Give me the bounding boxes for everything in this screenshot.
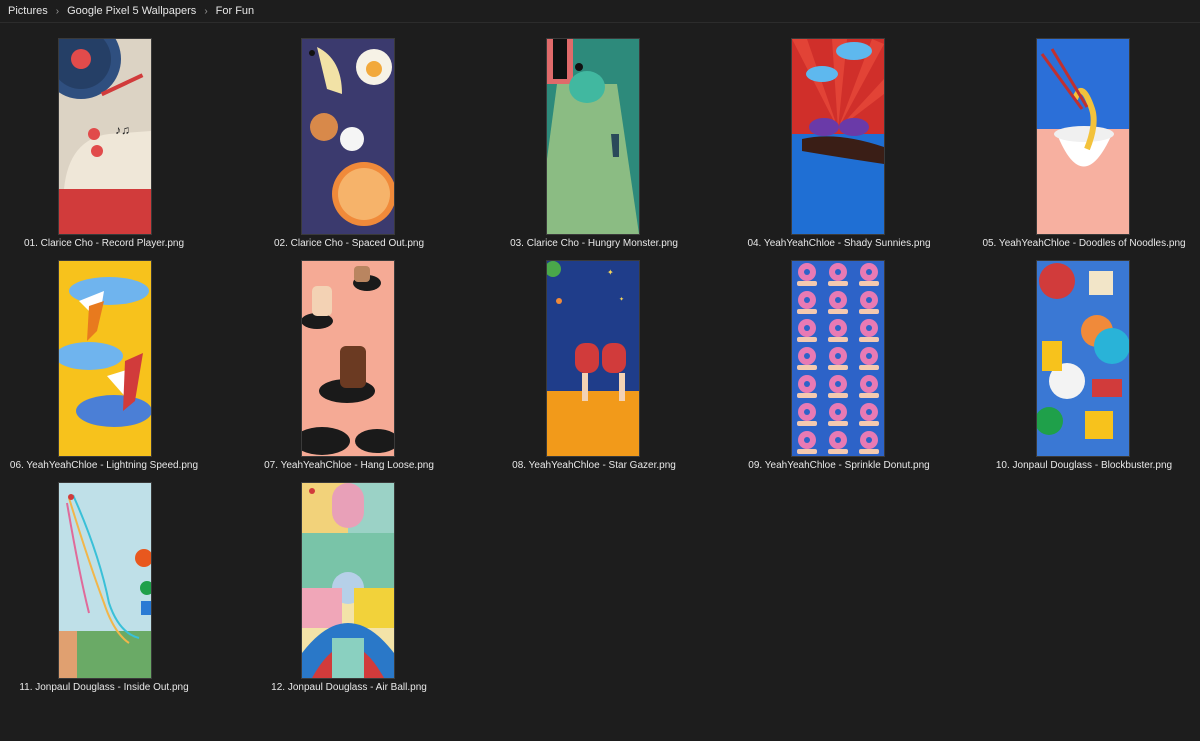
breadcrumb-item-for-fun[interactable]: For Fun [216, 5, 255, 17]
thumbnail-star-gazer: ✦ ✦ [546, 260, 640, 457]
svg-text:✦: ✦ [619, 296, 624, 303]
file-name: 01. Clarice Cho - Record Player.png [23, 238, 185, 249]
breadcrumb-item-pictures[interactable]: Pictures [8, 5, 48, 17]
thumbnail-hang-loose [301, 260, 395, 457]
file-name: 09. YeahYeahChloe - Sprinkle Donut.png [748, 460, 930, 471]
breadcrumb-item-wallpapers[interactable]: Google Pixel 5 Wallpapers [67, 5, 196, 17]
file-name: 05. YeahYeahChloe - Doodles of Noodles.p… [982, 238, 1186, 249]
thumbnail-shady-sunnies [791, 38, 885, 235]
file-name: 06. YeahYeahChloe - Lightning Speed.png [9, 460, 199, 471]
file-name: 11. Jonpaul Douglass - Inside Out.png [19, 682, 189, 693]
file-item[interactable]: ✦ ✦ 08. YeahYeahChloe - Star Gazer.png [512, 260, 676, 475]
thumbnail-hungry-monster [546, 38, 640, 235]
thumbnail-blockbuster [1036, 260, 1130, 457]
svg-text:♪♫: ♪♫ [115, 123, 130, 137]
file-name: 12. Jonpaul Douglass - Air Ball.png [271, 682, 427, 693]
thumbnail-inside-out [58, 482, 152, 679]
file-name: 02. Clarice Cho - Spaced Out.png [273, 238, 425, 249]
thumbnail-lightning-speed [58, 260, 152, 457]
file-name: 10. Jonpaul Douglass - Blockbuster.png [995, 460, 1173, 471]
file-item[interactable]: 09. YeahYeahChloe - Sprinkle Donut.png [748, 260, 930, 475]
file-item[interactable]: 11. Jonpaul Douglass - Inside Out.png [19, 482, 189, 697]
file-item[interactable]: 07. YeahYeahChloe - Hang Loose.png [264, 260, 434, 475]
chevron-right-icon: › [204, 5, 208, 17]
thumbnail-air-ball [301, 482, 395, 679]
file-name: 08. YeahYeahChloe - Star Gazer.png [512, 460, 676, 471]
thumbnail-doodles-of-noodles [1036, 38, 1130, 235]
file-item[interactable]: 06. YeahYeahChloe - Lightning Speed.png [10, 260, 198, 475]
file-item[interactable]: 02. Clarice Cho - Spaced Out.png [269, 38, 429, 253]
file-item[interactable]: ♪♫ 01. Clarice Cho - Record Player.png [24, 38, 184, 253]
thumbnail-spaced-out [301, 38, 395, 235]
file-item[interactable]: 12. Jonpaul Douglass - Air Ball.png [269, 482, 429, 697]
thumbnail-sprinkle-donut [791, 260, 885, 457]
file-item[interactable]: 05. YeahYeahChloe - Doodles of Noodles.p… [982, 38, 1186, 253]
thumbnail-record-player: ♪♫ [58, 38, 152, 235]
svg-text:✦: ✦ [607, 268, 614, 277]
file-name: 04. YeahYeahChloe - Shady Sunnies.png [747, 238, 931, 249]
breadcrumb: Pictures › Google Pixel 5 Wallpapers › F… [0, 0, 1200, 23]
file-item[interactable]: 04. YeahYeahChloe - Shady Sunnies.png [747, 38, 931, 253]
file-name: 07. YeahYeahChloe - Hang Loose.png [264, 460, 434, 471]
file-name: 03. Clarice Cho - Hungry Monster.png [510, 238, 678, 249]
chevron-right-icon: › [55, 5, 60, 17]
file-item[interactable]: 03. Clarice Cho - Hungry Monster.png [510, 38, 678, 253]
file-item[interactable]: 10. Jonpaul Douglass - Blockbuster.png [996, 260, 1172, 475]
